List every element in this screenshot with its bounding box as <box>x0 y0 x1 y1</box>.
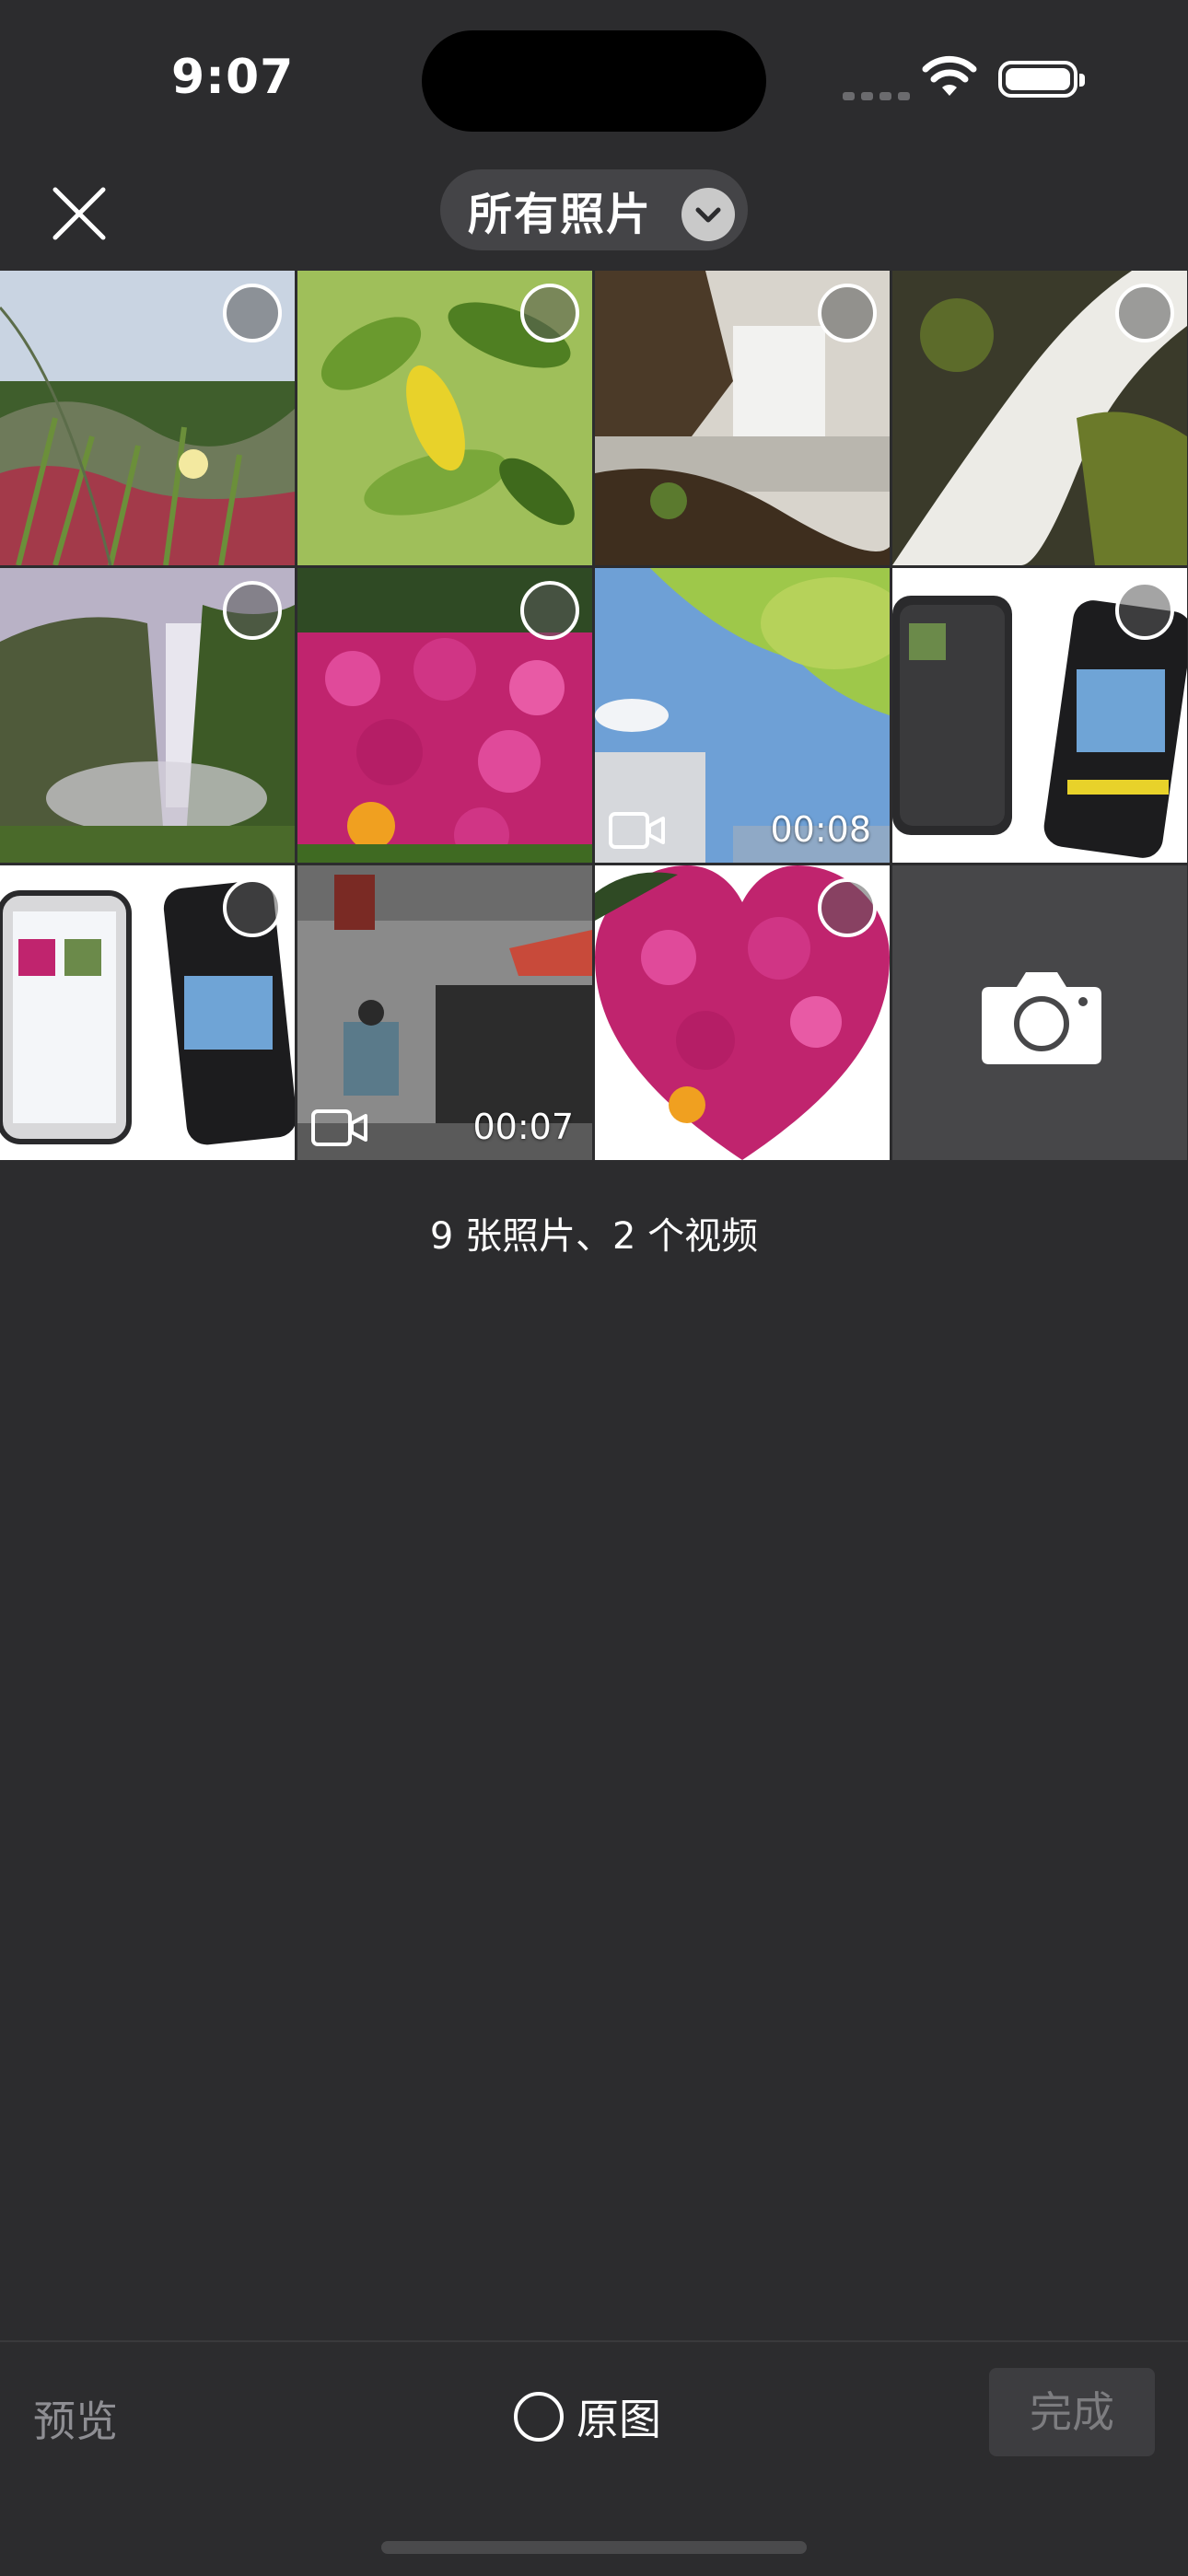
select-circle[interactable] <box>1115 581 1174 640</box>
photo-thumbnail[interactable] <box>0 271 295 565</box>
photo-thumbnail[interactable] <box>0 865 295 1160</box>
media-count-label: 9 张照片、2 个视频 <box>429 1215 759 1258</box>
camera-icon[interactable] <box>980 967 1103 1066</box>
home-indicator <box>381 2541 807 2554</box>
video-camera-icon <box>311 1109 367 1146</box>
photo-thumbnail[interactable] <box>892 271 1187 565</box>
photo-thumbnail[interactable] <box>0 568 295 863</box>
album-selector-button[interactable]: 所有照片 <box>440 169 748 250</box>
status-bar: 9:07 <box>0 0 1188 147</box>
wifi-icon <box>922 55 977 96</box>
album-title: 所有照片 <box>468 189 653 240</box>
video-thumbnail[interactable]: 00:08 <box>595 568 890 863</box>
photo-thumbnail[interactable] <box>595 271 890 565</box>
original-toggle[interactable]: 原图 <box>514 2386 661 2447</box>
photo-thumbnail[interactable] <box>297 271 592 565</box>
select-circle[interactable] <box>223 284 282 342</box>
status-time: 9:07 <box>171 50 295 105</box>
chevron-down-icon <box>681 188 735 241</box>
photo-thumbnail[interactable] <box>892 568 1187 863</box>
video-thumbnail[interactable]: 00:07 <box>297 865 592 1160</box>
done-button[interactable]: 完成 <box>989 2368 1155 2456</box>
select-circle[interactable] <box>520 581 579 640</box>
cellular-signal-icon <box>843 87 916 104</box>
preview-button[interactable]: 预览 <box>33 2388 118 2449</box>
select-circle[interactable] <box>520 284 579 342</box>
picker-navbar: 所有照片 <box>0 147 1188 271</box>
battery-icon <box>998 61 1085 98</box>
close-button[interactable] <box>50 184 109 243</box>
video-duration: 00:08 <box>770 809 871 850</box>
photo-thumbnail[interactable] <box>595 865 890 1160</box>
select-circle[interactable] <box>223 878 282 937</box>
select-circle[interactable] <box>1115 284 1174 342</box>
video-duration: 00:07 <box>472 1107 574 1147</box>
select-circle[interactable] <box>818 878 877 937</box>
bottom-toolbar: 预览 原图 完成 <box>0 2340 1188 2576</box>
original-label: 原图 <box>577 2395 661 2444</box>
radio-circle-icon <box>514 2392 564 2442</box>
select-circle[interactable] <box>818 284 877 342</box>
select-circle[interactable] <box>223 581 282 640</box>
video-camera-icon <box>609 812 665 849</box>
dynamic-island <box>422 30 766 132</box>
photo-thumbnail[interactable] <box>297 568 592 863</box>
